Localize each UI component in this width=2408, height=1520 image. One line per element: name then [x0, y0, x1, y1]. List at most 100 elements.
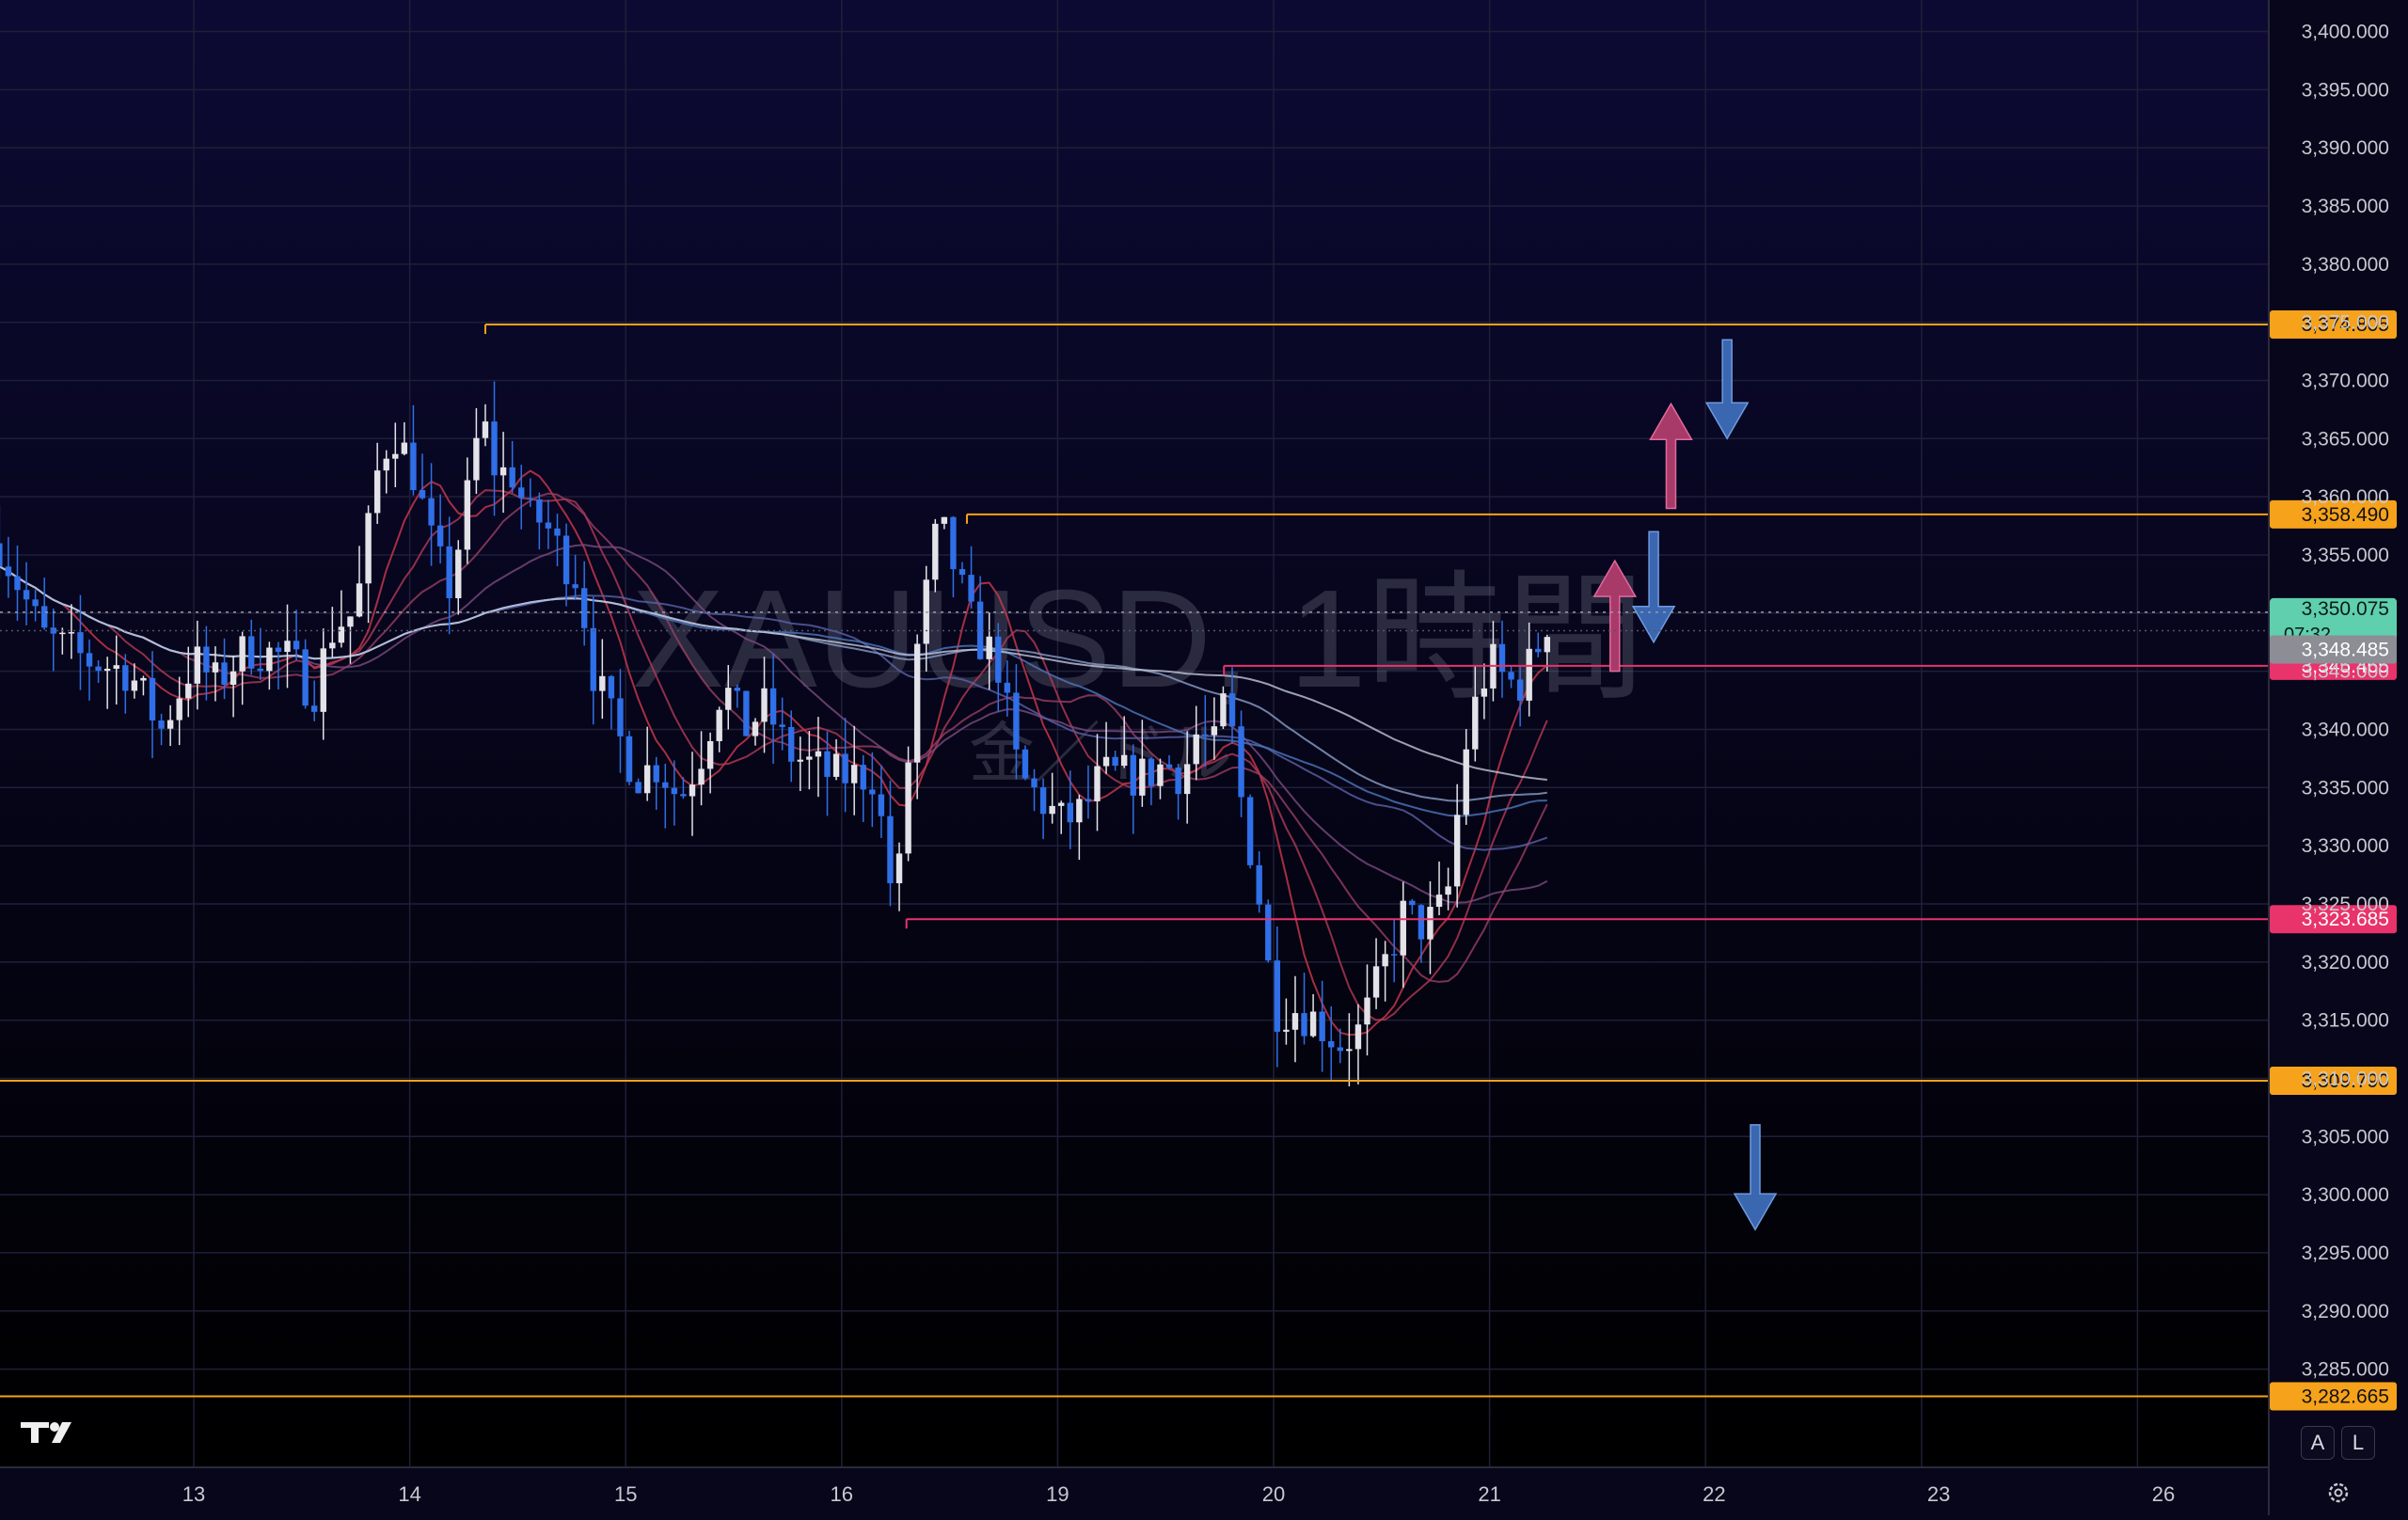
price-tick-label: 3,395.000: [2302, 79, 2389, 101]
candle-body: [986, 636, 992, 659]
candle-body: [1463, 749, 1469, 815]
candle-body: [1328, 1040, 1335, 1048]
time-tick-label: 23: [1927, 1482, 1950, 1506]
price-tick-label: 3,365.000: [2302, 428, 2389, 450]
candle-body: [1130, 754, 1136, 796]
candle-body: [1120, 754, 1128, 767]
time-tick-label: 14: [398, 1482, 420, 1506]
price-tick-label: 3,300.000: [2302, 1184, 2389, 1206]
price-chart[interactable]: XAUUSD, 1時間 金／ドル 3,374.8053,358.4903,345…: [0, 0, 2408, 1515]
candle-body: [1076, 799, 1083, 823]
chart-stage[interactable]: XAUUSD, 1時間 金／ドル 3,374.805 3,358.490 3,345…: [0, 0, 2408, 1515]
candle-body: [1022, 749, 1029, 779]
candle-body: [626, 736, 633, 783]
candle-body: [1058, 802, 1065, 806]
candle-body: [725, 688, 732, 710]
candle-body: [320, 648, 326, 712]
candle-body: [131, 680, 138, 691]
price-tick-label: 3,385.000: [2302, 196, 2389, 217]
candle-body: [1435, 895, 1443, 908]
price-tick-label: 3,320.000: [2302, 952, 2389, 974]
candle-body: [1004, 682, 1011, 693]
time-tick-label: 21: [1478, 1482, 1500, 1506]
candle-body: [716, 709, 722, 741]
candle-body: [122, 665, 129, 691]
price-tick-label: 3,370.000: [2302, 370, 2389, 391]
candle-body: [545, 522, 552, 529]
candle-body: [103, 668, 111, 672]
candle-body: [1238, 726, 1244, 798]
price-tick-label: 3,375.000: [2302, 312, 2389, 334]
candle-body: [221, 662, 228, 686]
candle-body: [518, 487, 525, 499]
candle-body: [1319, 1011, 1325, 1041]
candle-body: [761, 688, 768, 722]
candle-body: [842, 753, 848, 784]
candle-body: [1498, 643, 1506, 673]
candle-body: [905, 762, 911, 854]
candle-body: [491, 421, 498, 476]
candle-body: [1283, 1029, 1290, 1032]
candle-body: [617, 698, 624, 736]
candle-body: [1211, 726, 1218, 736]
candle-body: [1481, 688, 1488, 697]
candle-body: [968, 575, 974, 602]
candle-body: [734, 688, 741, 691]
candle-body: [887, 815, 894, 884]
candle-body: [302, 649, 309, 706]
candle-body: [895, 853, 903, 884]
candle-body: [347, 616, 354, 627]
price-tick-label: 3,380.000: [2302, 254, 2389, 276]
candle-body: [392, 453, 399, 459]
candle-body: [77, 632, 84, 654]
candle-body: [698, 768, 705, 785]
candle-body: [671, 787, 678, 795]
candle-body: [1544, 637, 1551, 653]
candle-body: [1246, 797, 1254, 865]
time-tick-label: 16: [831, 1482, 853, 1506]
candle-body: [869, 789, 876, 795]
candle-body: [1309, 1011, 1317, 1037]
log-scale-button[interactable]: L: [2341, 1426, 2375, 1460]
bid-price-value: 3,348.485: [2302, 640, 2389, 661]
candle-body: [1337, 1047, 1343, 1052]
candle-body: [310, 705, 318, 712]
candle-body: [86, 653, 93, 667]
candle-body: [373, 470, 381, 514]
time-tick-label: 19: [1046, 1482, 1069, 1506]
candle-body: [797, 759, 803, 762]
candle-body: [293, 641, 300, 650]
candle-body: [1301, 1013, 1307, 1037]
candle-body: [769, 688, 777, 725]
price-tick-label: 3,400.000: [2302, 22, 2389, 43]
candle-body: [1535, 648, 1542, 653]
candle-body: [1067, 802, 1073, 823]
candle-body: [95, 666, 102, 672]
price-tick-label: 3,355.000: [2302, 545, 2389, 566]
candle-body: [1039, 787, 1047, 815]
candle-body: [1445, 886, 1451, 895]
price-tick-label: 3,390.000: [2302, 137, 2389, 159]
price-tick-label: 3,285.000: [2302, 1359, 2389, 1381]
auto-scale-button[interactable]: A: [2301, 1426, 2335, 1460]
candle-body: [913, 643, 921, 763]
candle-body: [338, 626, 345, 643]
candle-body: [410, 442, 417, 491]
candle-body: [176, 698, 182, 720]
candle-body: [275, 647, 282, 653]
candle-body: [941, 516, 948, 524]
candle-body: [1157, 764, 1164, 786]
price-tick-label: 3,340.000: [2302, 719, 2389, 740]
candle-body: [824, 751, 831, 777]
candle-body: [230, 671, 237, 686]
candle-body: [257, 668, 263, 672]
candle-body: [284, 641, 291, 653]
candle-body: [1049, 805, 1055, 815]
candle-body: [185, 683, 192, 699]
price-tick-label: 3,325.000: [2302, 894, 2389, 915]
price-tick-label: 3,290.000: [2302, 1301, 2389, 1322]
candle-body: [499, 467, 507, 476]
candle-body: [1139, 758, 1146, 796]
price-axis-background: [2269, 0, 2408, 1515]
candle-body: [1148, 758, 1155, 786]
